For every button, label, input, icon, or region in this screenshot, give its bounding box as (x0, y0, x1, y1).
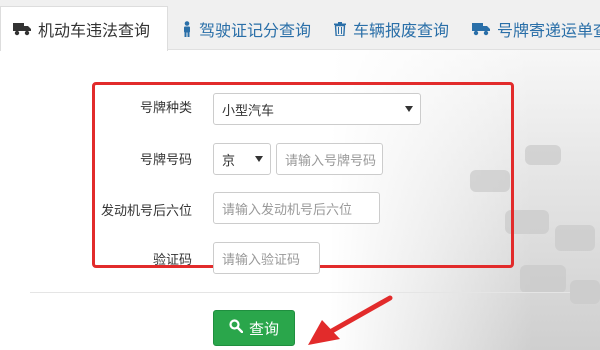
engine-placeholder: 请输入发动机号后六位 (222, 202, 353, 218)
engine-label: 发动机号后六位 (100, 204, 192, 219)
tab-label: 驾驶证记分查询 (199, 21, 312, 40)
plate-prefix-select[interactable]: 京 (213, 143, 271, 175)
plate-type-select[interactable]: 小型汽车 (213, 93, 421, 125)
tab-vehicle-scrap[interactable]: 车辆报废查询 (322, 8, 458, 50)
query-button[interactable]: 查询 (213, 310, 295, 346)
plate-prefix-value: 京 (222, 153, 236, 169)
truck-icon (472, 22, 490, 36)
tab-license-points[interactable]: 驾驶证记分查询 (170, 8, 320, 50)
engine-number-input[interactable]: 请输入发动机号后六位 (213, 192, 380, 224)
plate-number-input[interactable]: 请输入号牌号码 (276, 143, 383, 175)
captcha-placeholder: 请输入验证码 (222, 252, 301, 268)
plate-number-placeholder: 请输入号牌号码 (285, 153, 377, 169)
tab-bar: 机动车违法查询 驾驶证记分查询 车辆报废查询 号牌寄递运单查 (0, 0, 600, 51)
plate-type-value: 小型汽车 (222, 103, 275, 119)
captcha-input[interactable]: 请输入验证码 (213, 242, 320, 274)
tab-label: 号牌寄递运单查 (497, 21, 600, 40)
truck-icon (13, 22, 31, 36)
pointer-arrow-icon (308, 295, 393, 345)
search-icon (229, 319, 244, 337)
query-button-label: 查询 (248, 319, 279, 338)
chevron-down-icon (405, 106, 413, 112)
captcha-label: 验证码 (152, 253, 192, 268)
trash-icon (334, 22, 346, 36)
plate-number-label: 号牌号码 (139, 153, 192, 168)
person-icon (182, 21, 192, 37)
chevron-down-icon (255, 156, 263, 162)
plate-type-label: 号牌种类 (139, 101, 192, 116)
tab-vehicle-violation[interactable]: 机动车违法查询 (0, 6, 168, 51)
tab-label: 机动车违法查询 (38, 21, 151, 40)
tab-plate-mailing[interactable]: 号牌寄递运单查 (460, 8, 600, 50)
tab-label: 车辆报废查询 (353, 21, 450, 40)
